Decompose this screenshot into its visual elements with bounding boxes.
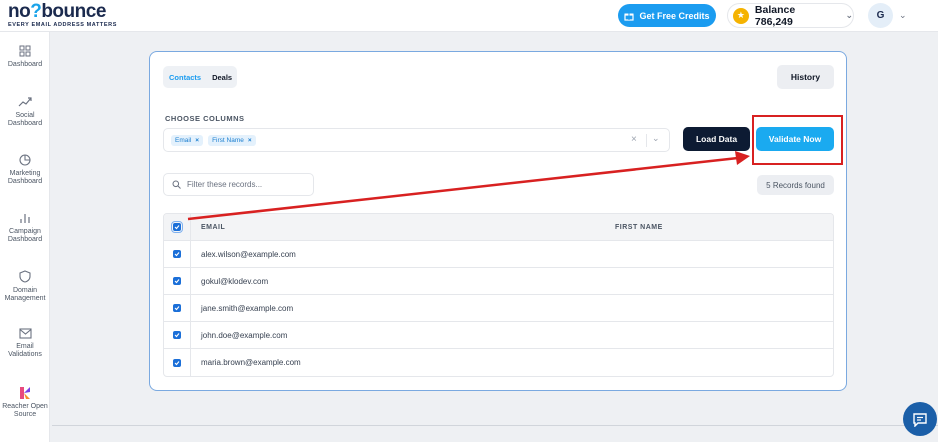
- sidebar-item-label: Email Validations: [8, 343, 42, 358]
- row-checkbox[interactable]: [173, 331, 181, 339]
- row-checkbox-cell: [164, 241, 191, 267]
- bar-chart-icon: [20, 214, 30, 223]
- sidebar: Dashboard Social Dashboard Marketing Das…: [0, 32, 50, 442]
- get-free-credits-button[interactable]: Get Free Credits: [618, 4, 716, 27]
- column-header-email: EMAIL: [201, 223, 226, 231]
- mail-icon: [18, 328, 32, 339]
- chat-support-button[interactable]: [903, 402, 937, 436]
- chevron-down-icon: ⌄: [845, 10, 853, 20]
- balance-dropdown[interactable]: ★ Balance 786,249 ⌄: [727, 3, 854, 28]
- remove-chip-icon[interactable]: ×: [248, 137, 252, 144]
- footer-divider: [52, 425, 938, 426]
- search-icon: [172, 180, 181, 189]
- shield-icon: [19, 270, 31, 283]
- row-checkbox[interactable]: [173, 358, 181, 367]
- row-checkbox-cell: [164, 268, 191, 294]
- balance-label: Balance 786,249: [754, 3, 796, 28]
- filter-records-field[interactable]: [163, 173, 314, 196]
- choose-columns-label: CHOOSE COLUMNS: [165, 114, 245, 123]
- table-row: gokul@klodev.com: [164, 268, 833, 295]
- table-row: maria.brown@example.com: [164, 349, 833, 376]
- gift-icon: [624, 12, 635, 21]
- annotation-highlight-box: [752, 115, 843, 165]
- sidebar-item-reacher-open-source[interactable]: Reacher Open Source: [0, 387, 50, 419]
- row-checkbox[interactable]: [173, 250, 181, 258]
- import-card: Contacts Deals History CHOOSE COLUMNS Em…: [149, 51, 847, 391]
- email-cell: alex.wilson@example.com: [201, 249, 296, 259]
- column-chip-first-name: First Name ×: [208, 134, 256, 146]
- sidebar-item-domain-management[interactable]: Domain Management: [0, 270, 50, 303]
- sidebar-item-label: Domain Management: [4, 287, 46, 302]
- tab-deals[interactable]: Deals: [212, 73, 232, 82]
- star-coin-icon: ★: [733, 7, 749, 24]
- grid-icon: [19, 45, 31, 57]
- table-header-row: EMAIL FIRST NAME: [164, 214, 833, 241]
- email-cell: john.doe@example.com: [201, 330, 288, 340]
- history-button[interactable]: History: [777, 65, 834, 89]
- get-free-credits-label: Get Free Credits: [639, 10, 710, 21]
- trend-icon: [18, 97, 32, 107]
- row-checkbox-cell: [164, 295, 191, 321]
- row-checkbox[interactable]: [173, 277, 181, 285]
- email-cell: gokul@klodev.com: [201, 276, 269, 286]
- load-data-button[interactable]: Load Data: [683, 127, 750, 151]
- table-row: alex.wilson@example.com: [164, 241, 833, 268]
- top-bar: no?bounce EVERY EMAIL ADDRESS MATTERS Ge…: [0, 0, 938, 32]
- sidebar-item-dashboard[interactable]: Dashboard: [0, 45, 50, 69]
- records-found-badge: 5 Records found: [757, 175, 834, 195]
- records-table: EMAIL FIRST NAME alex.wilson@example.com…: [163, 213, 834, 377]
- filter-records-input[interactable]: [187, 180, 307, 189]
- sidebar-item-label: Social Dashboard: [7, 112, 43, 127]
- sidebar-item-label: Campaign Dashboard: [7, 228, 43, 243]
- sidebar-item-email-validations[interactable]: Email Validations: [0, 328, 50, 359]
- logo-wordmark: no?bounce: [8, 1, 106, 22]
- chip-label: First Name: [212, 136, 244, 144]
- sidebar-item-social-dashboard[interactable]: Social Dashboard: [0, 96, 50, 128]
- user-menu[interactable]: G ⌄: [868, 3, 907, 28]
- object-tabs: Contacts Deals: [163, 66, 237, 88]
- table-row: jane.smith@example.com: [164, 295, 833, 322]
- row-checkbox-cell: [164, 322, 191, 348]
- sidebar-item-marketing-dashboard[interactable]: Marketing Dashboard: [0, 154, 50, 186]
- select-all-checkbox[interactable]: [171, 221, 183, 233]
- chat-icon: [913, 412, 927, 427]
- row-checkbox-cell: [164, 349, 191, 376]
- chip-label: Email: [175, 136, 192, 144]
- sidebar-item-campaign-dashboard[interactable]: Campaign Dashboard: [0, 212, 50, 244]
- row-checkbox[interactable]: [173, 304, 181, 312]
- pie-icon: [19, 154, 31, 166]
- sidebar-item-label: Reacher Open Source: [2, 403, 48, 418]
- table-row: john.doe@example.com: [164, 322, 833, 349]
- column-multiselect[interactable]: Email × First Name × × ⌄: [163, 128, 670, 152]
- sidebar-item-label: Dashboard: [7, 61, 43, 68]
- chevron-down-icon: ⌄: [899, 10, 907, 20]
- logo-tagline: EVERY EMAIL ADDRESS MATTERS: [8, 22, 117, 28]
- column-header-first-name: FIRST NAME: [615, 223, 663, 231]
- email-cell: maria.brown@example.com: [201, 358, 301, 367]
- nobounce-logo[interactable]: no?bounce EVERY EMAIL ADDRESS MATTERS: [8, 1, 117, 28]
- reacher-logo-icon: [20, 387, 30, 399]
- email-cell: jane.smith@example.com: [201, 303, 294, 313]
- select-all-cell: [164, 214, 191, 240]
- sidebar-item-label: Marketing Dashboard: [7, 170, 43, 185]
- clear-selection-icon[interactable]: ×: [631, 134, 637, 145]
- chevron-down-icon[interactable]: ⌄: [652, 133, 660, 144]
- column-chip-email: Email ×: [171, 134, 204, 146]
- remove-chip-icon[interactable]: ×: [195, 137, 199, 144]
- avatar: G: [868, 3, 893, 28]
- tab-contacts[interactable]: Contacts: [169, 73, 201, 82]
- select-divider: [646, 134, 647, 147]
